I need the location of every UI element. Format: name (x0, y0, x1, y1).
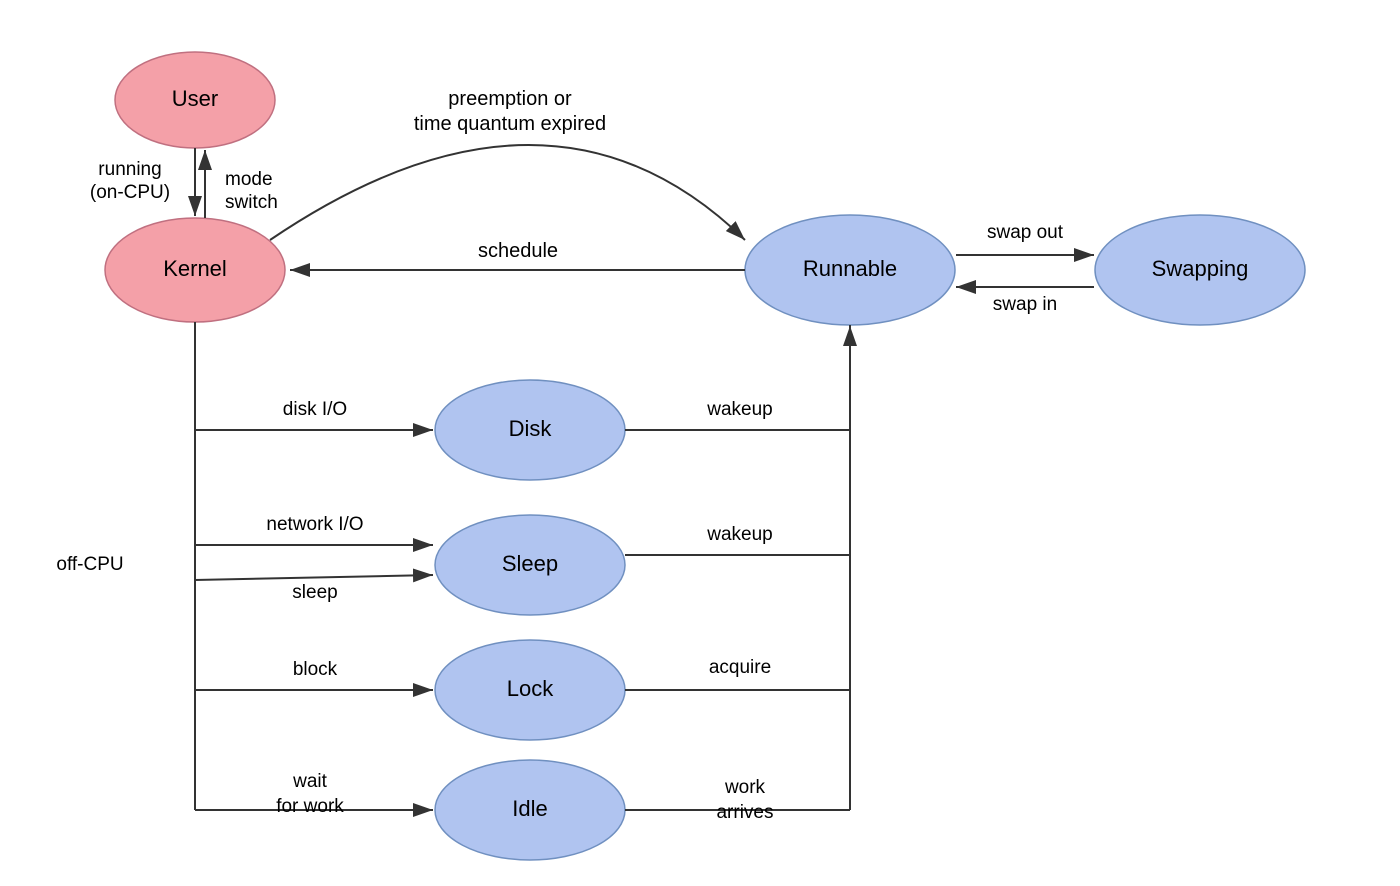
running-on-cpu-label2: (on-CPU) (90, 182, 170, 203)
sleep-label: Sleep (502, 551, 558, 576)
work-arrives-label2: arrives (716, 802, 773, 823)
preemption-label: preemption or (448, 88, 572, 110)
swap-in-label: swap in (993, 294, 1057, 315)
wait-for-work-label2: for work (276, 796, 344, 817)
disk-label: Disk (509, 416, 553, 441)
off-cpu-label: off-CPU (56, 554, 123, 575)
time-quantum-label: time quantum expired (414, 113, 606, 135)
running-on-cpu-label: running (98, 159, 161, 180)
mode-switch-label2: switch (225, 192, 278, 213)
runnable-label: Runnable (803, 256, 897, 281)
network-io-label: network I/O (266, 514, 363, 535)
work-arrives-label: work (724, 777, 766, 798)
swapping-label: Swapping (1152, 256, 1249, 281)
block-label: block (293, 659, 338, 680)
sleep-h-line (195, 575, 433, 580)
user-label: User (172, 86, 218, 111)
acquire-label: acquire (709, 657, 771, 678)
kernel-label: Kernel (163, 256, 227, 281)
sleep-label-edge: sleep (292, 582, 337, 603)
mode-switch-label: mode (225, 169, 273, 190)
idle-label: Idle (512, 796, 547, 821)
sleep-wakeup-label: wakeup (706, 524, 773, 545)
schedule-label: schedule (478, 240, 558, 262)
disk-io-label: disk I/O (283, 399, 347, 420)
swap-out-label: swap out (987, 222, 1064, 243)
lock-label: Lock (507, 676, 554, 701)
wait-for-work-label: wait (292, 771, 328, 792)
preemption-arc (270, 145, 745, 240)
disk-wakeup-label: wakeup (706, 399, 773, 420)
